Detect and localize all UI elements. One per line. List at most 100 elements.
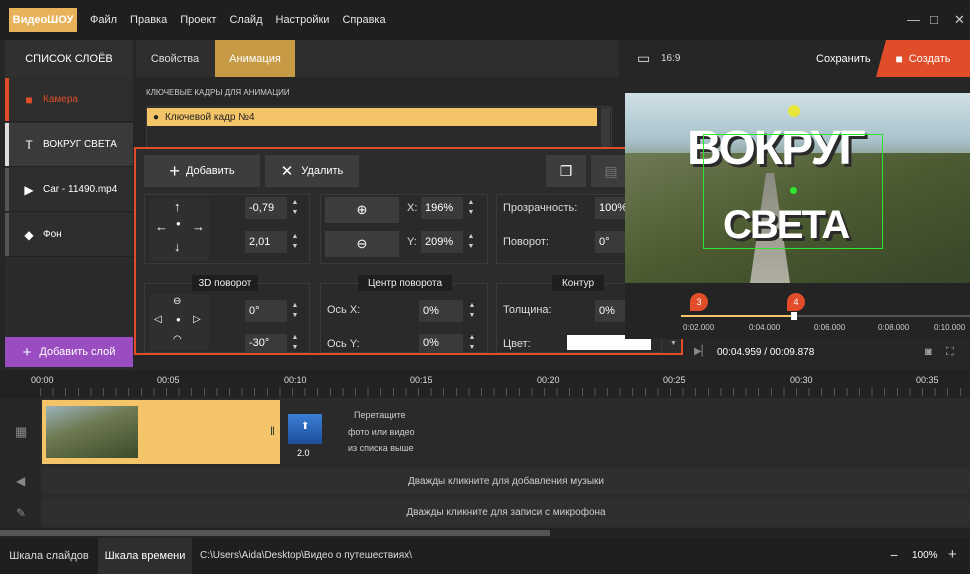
- layer-item-background[interactable]: ◆ Фон: [5, 213, 133, 257]
- rotate3d-a-stepper[interactable]: ▲ ▼: [288, 300, 302, 322]
- add-keyframe-button[interactable]: + Добавить: [144, 155, 260, 187]
- zoom-y-stepper[interactable]: ▲ ▼: [464, 231, 478, 253]
- pivot-y-stepper[interactable]: ▲ ▼: [465, 332, 479, 354]
- keyframes-scrollbar[interactable]: [601, 108, 610, 148]
- pivot-x-label: Ось X:: [327, 304, 361, 316]
- time-display: 00:04.959 / 00:09.878: [717, 347, 815, 358]
- zoom-in-button[interactable]: +: [948, 546, 957, 563]
- arrow-left-icon[interactable]: ←: [155, 219, 168, 234]
- menu-project[interactable]: Проект: [180, 14, 216, 26]
- music-track[interactable]: Дважды кликните для добавления музыки: [42, 468, 970, 494]
- close-button[interactable]: ✕: [954, 12, 965, 28]
- zoom-x-stepper[interactable]: ▲ ▼: [464, 197, 478, 219]
- pivot-y-field[interactable]: 0%: [419, 334, 463, 352]
- zoom-out-icon[interactable]: ⊖: [325, 231, 399, 257]
- rotate-handle[interactable]: [788, 105, 800, 117]
- pivot-handle[interactable]: [790, 187, 797, 194]
- rotate-y-right-icon[interactable]: ▷: [193, 314, 201, 325]
- arrow-down-icon[interactable]: ↓: [174, 239, 181, 254]
- layer-item-camera[interactable]: ■ Камера: [5, 78, 133, 122]
- create-button[interactable]: ■ Создать: [876, 40, 970, 77]
- pivot-x-field[interactable]: 0%: [419, 300, 463, 322]
- layer-item-video[interactable]: ▶ Car - 11490.mp4: [5, 168, 133, 212]
- delete-keyframe-button[interactable]: ✕ Удалить: [265, 155, 359, 187]
- save-button[interactable]: Сохранить: [816, 53, 871, 65]
- snapshot-icon[interactable]: ◙: [925, 346, 932, 358]
- pivot-title: Центр поворота: [358, 275, 452, 291]
- tab-properties[interactable]: Свойства: [136, 40, 214, 77]
- preview-timeline: 3 4 0:02.000 0:04.000 0:06.000 0:08.000 …: [625, 283, 970, 339]
- zoom-out-button[interactable]: −: [890, 547, 898, 563]
- timeline-scrollbar[interactable]: [0, 528, 970, 537]
- plus-icon: +: [169, 160, 180, 181]
- zoom-y-label: Y:: [407, 236, 417, 248]
- ruler-label: 00:25: [663, 375, 686, 385]
- center-dot-icon: ●: [176, 315, 181, 324]
- menu-help[interactable]: Справка: [342, 14, 385, 26]
- zoom-level: 100%: [912, 550, 938, 561]
- timeline-ruler[interactable]: 00:00 00:05 00:10 00:15 00:20 00:25 00:3…: [0, 370, 970, 398]
- minimize-button[interactable]: —: [907, 12, 920, 27]
- rotate3d-b-field[interactable]: -30°: [245, 334, 287, 352]
- resize-handle[interactable]: ‖: [270, 424, 275, 438]
- mic-track[interactable]: Дважды кликните для записи с микрофона: [42, 499, 970, 525]
- monitor-icon[interactable]: ▭: [637, 50, 650, 67]
- preview-canvas[interactable]: ВОКРУГ СВЕТА: [625, 93, 970, 283]
- rotate-y-left-icon[interactable]: ◁: [154, 314, 162, 325]
- add-layer-button[interactable]: + Добавить слой: [5, 337, 133, 367]
- rotate-z-icon[interactable]: ◠: [173, 334, 182, 345]
- zoom-x-label: X:: [407, 202, 418, 214]
- tab-slides[interactable]: Шкала слайдов: [0, 538, 98, 574]
- transition-icon[interactable]: ⬆: [288, 414, 322, 444]
- zoom-in-icon[interactable]: ⊕: [325, 197, 399, 223]
- position-x-field[interactable]: -0,79: [245, 197, 287, 219]
- aspect-ratio[interactable]: 16:9: [661, 53, 680, 64]
- tab-bar: Свойства Анимация: [136, 40, 619, 77]
- drop-hint-line2: фото или видео: [348, 427, 415, 437]
- ruler-label: 00:20: [537, 375, 560, 385]
- outline-title: Контур: [552, 275, 604, 291]
- menu-slide[interactable]: Слайд: [229, 14, 262, 26]
- fullscreen-icon[interactable]: ⛶: [946, 346, 954, 359]
- timeline-tracks: ▦ ◀ ✎ ‖ ⬆ 2.0 Перетащите фото или видео …: [0, 398, 970, 528]
- position-y-stepper[interactable]: ▲ ▼: [288, 231, 302, 253]
- play-icon[interactable]: ▶▏: [694, 346, 709, 357]
- keyframe-item[interactable]: ● Ключевой кадр №4: [147, 108, 597, 126]
- tab-animation[interactable]: Анимация: [215, 40, 295, 77]
- microphone-icon: ✎: [16, 506, 27, 520]
- rotate3d-pad[interactable]: ⊖ ◁ ● ▷ ◠: [149, 294, 209, 350]
- copy-icon[interactable]: ❐: [546, 155, 586, 187]
- app-logo: Видео ШОУ: [9, 8, 77, 32]
- playhead[interactable]: [791, 312, 797, 320]
- slide-clip[interactable]: ‖: [42, 400, 280, 464]
- ruler-label: 00:05: [157, 375, 180, 385]
- keyframe-marker-4[interactable]: 4: [787, 293, 805, 311]
- color-label: Цвет:: [503, 338, 531, 350]
- layer-item-text[interactable]: T ВОКРУГ СВЕТА: [5, 123, 133, 167]
- arrow-up-icon[interactable]: ↑: [174, 199, 181, 214]
- zoom-y-field[interactable]: 209%: [421, 231, 463, 253]
- ruler-label: 00:30: [790, 375, 813, 385]
- position-pad[interactable]: ↑ ← ● → ↓: [149, 199, 209, 261]
- menu-file[interactable]: Файл: [90, 14, 117, 26]
- pivot-x-stepper[interactable]: ▲ ▼: [465, 300, 479, 322]
- maximize-button[interactable]: □: [930, 12, 938, 27]
- rotate3d-a-field[interactable]: 0°: [245, 300, 287, 322]
- position-y-field[interactable]: 2,01: [245, 231, 287, 253]
- rotate-x-icon[interactable]: ⊖: [173, 296, 181, 307]
- zoom-x-field[interactable]: 196%: [421, 197, 463, 219]
- position-x-stepper[interactable]: ▲ ▼: [288, 197, 302, 219]
- keyframe-marker-3[interactable]: 3: [690, 293, 708, 311]
- tab-timeline[interactable]: Шкала времени: [98, 538, 192, 574]
- thickness-label: Толщина:: [503, 304, 552, 316]
- rotate3d-b-stepper[interactable]: ▲ ▼: [288, 332, 302, 354]
- menu-edit[interactable]: Правка: [130, 14, 167, 26]
- arrow-right-icon[interactable]: →: [192, 219, 205, 234]
- pivot-section: Ось X: 0% ▲ ▼ Ось Y: 0% ▲ ▼: [320, 283, 488, 353]
- app-window: Видео ШОУ Файл Правка Проект Слайд Настро…: [0, 0, 970, 574]
- menu-settings[interactable]: Настройки: [276, 14, 330, 26]
- layers-panel: СПИСОК СЛОЁВ ■ Камера T ВОКРУГ СВЕТА ▶ C…: [5, 40, 133, 370]
- drop-hint-line1: Перетащите: [354, 410, 406, 420]
- rotate3d-section: ⊖ ◁ ● ▷ ◠ 0° ▲ ▼ -30° ▲ ▼: [144, 283, 310, 353]
- menu-bar: Видео ШОУ Файл Правка Проект Слайд Настро…: [0, 0, 970, 40]
